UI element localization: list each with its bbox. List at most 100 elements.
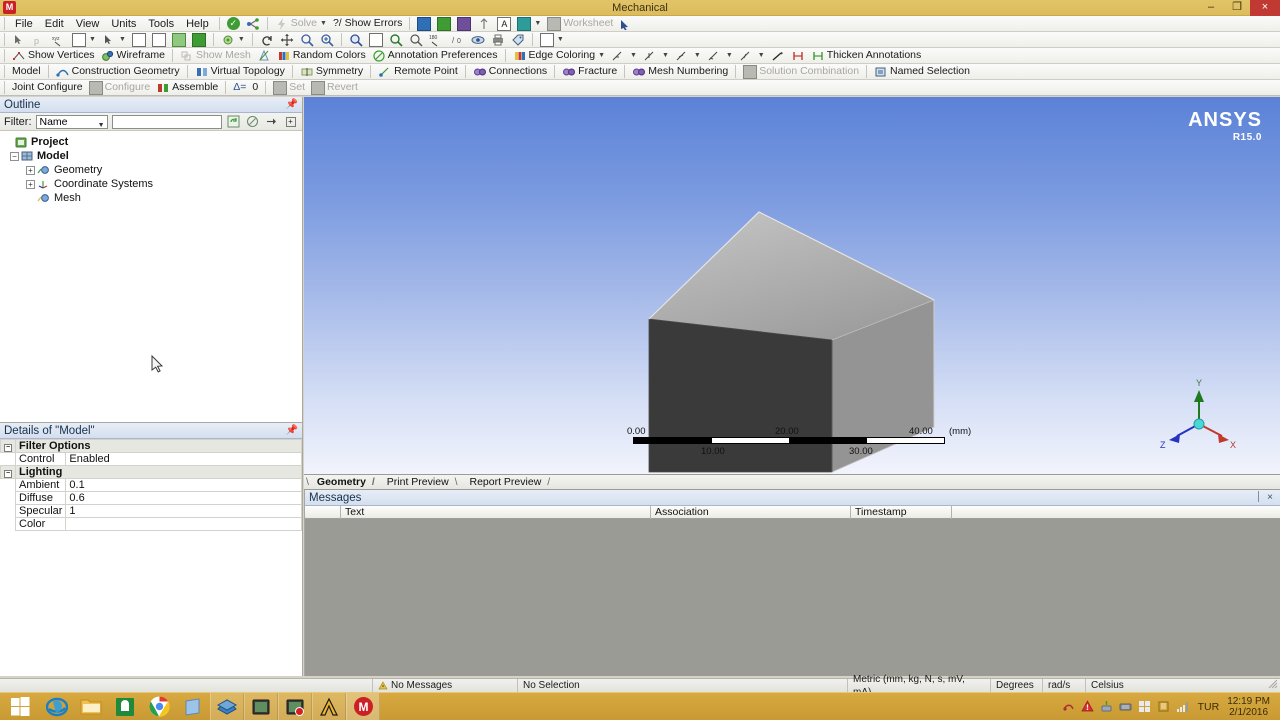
pan-icon[interactable] [277, 32, 297, 47]
view-eye-icon[interactable] [468, 32, 488, 47]
fracture-button[interactable]: Fracture [559, 64, 620, 79]
mesh-quality-icon[interactable] [254, 48, 274, 63]
probe-icon[interactable] [474, 16, 494, 31]
edge-style-4-icon[interactable]: ▼ [704, 48, 736, 63]
tree-item-project[interactable]: Project [4, 135, 302, 149]
show-errors-button[interactable]: ?/ Show Errors [330, 16, 405, 31]
edge-style-3-icon[interactable]: ▼ [672, 48, 704, 63]
details-value[interactable] [65, 517, 302, 531]
graphics-options-icon[interactable]: ▼ [514, 16, 544, 31]
messages-col-association[interactable]: Association [651, 506, 851, 519]
tray-notification-icon[interactable] [1062, 700, 1076, 714]
chevron-down-icon[interactable]: ▼ [598, 52, 605, 59]
tree-item-coordinate-systems[interactable]: + Coordinate Systems [4, 177, 302, 191]
expand-icon[interactable]: + [26, 165, 35, 175]
menu-file[interactable]: File [9, 17, 39, 31]
details-value[interactable]: 1 [65, 504, 302, 518]
select-vertices-icon[interactable] [129, 32, 149, 47]
rotate-180-icon[interactable]: 180 [426, 32, 448, 47]
messages-col-status[interactable] [305, 506, 341, 519]
details-value[interactable]: 0.6 [65, 491, 302, 505]
tree-item-geometry[interactable]: + Geometry [4, 163, 302, 177]
tray-keyboard-icon[interactable] [1119, 700, 1133, 714]
tab-print-preview[interactable]: Print Preview \ [380, 475, 463, 490]
connections-button[interactable]: Connections [470, 64, 550, 79]
taskbar-recording-app[interactable] [278, 692, 312, 720]
edge-style-1-icon[interactable]: ▼ [608, 48, 640, 63]
mesh-numbering-button[interactable]: Mesh Numbering [629, 64, 731, 79]
undo-rotation-icon[interactable] [257, 32, 277, 47]
tray-action-center-icon[interactable] [1138, 700, 1152, 714]
viewport-layout-icon[interactable]: ▼ [537, 32, 567, 47]
close-icon[interactable]: × [1264, 492, 1276, 503]
tray-network-icon[interactable] [1176, 700, 1190, 714]
pin-icon[interactable]: 📌 [286, 99, 298, 110]
resize-grip[interactable] [1268, 679, 1280, 692]
geometry-model-box[interactable] [304, 97, 1280, 474]
remote-point-button[interactable]: Remote Point [375, 64, 461, 79]
assemble-button[interactable]: Assemble [153, 80, 221, 95]
tray-safely-remove-icon[interactable] [1100, 700, 1114, 714]
show-vertices-button[interactable]: Show Vertices [9, 48, 98, 63]
check-icon[interactable]: ✓ [224, 16, 243, 31]
symmetry-button[interactable]: Symmetry [297, 64, 366, 79]
details-value[interactable]: Enabled [65, 452, 302, 466]
edge-direction-icon[interactable] [768, 48, 788, 63]
tray-warning-icon[interactable] [1081, 700, 1095, 714]
status-rotation[interactable]: rad/s [1043, 679, 1086, 692]
tree-item-model[interactable]: − Model [4, 149, 302, 163]
start-button[interactable] [0, 693, 40, 720]
select-edges-icon[interactable] [149, 32, 169, 47]
tab-geometry[interactable]: Geometry / [310, 475, 380, 490]
named-selection-button[interactable]: Named Selection [871, 64, 973, 79]
tag-icon[interactable] [508, 32, 528, 47]
details-group-row[interactable]: − Filter Options [0, 439, 302, 453]
expand-all-button[interactable]: + [283, 114, 298, 129]
details-value[interactable]: 0.1 [65, 478, 302, 492]
close-button[interactable]: × [1250, 0, 1280, 16]
construction-geometry-button[interactable]: Construction Geometry [53, 64, 183, 79]
pin-icon[interactable]: ⏐ [1252, 492, 1264, 503]
messages-list[interactable] [305, 519, 1280, 676]
tray-clock[interactable]: 12:19 PM 2/1/2016 [1227, 696, 1274, 718]
pin-icon[interactable]: 📌 [286, 425, 298, 436]
tray-language[interactable]: TUR [1195, 701, 1223, 713]
taskbar-ansys[interactable] [312, 692, 346, 720]
thicken-annotations-button[interactable]: Thicken Annotations [808, 48, 925, 63]
xyz-select-icon[interactable]: xyz [49, 32, 69, 47]
edge-style-2-icon[interactable]: ▼ [640, 48, 672, 63]
angle-rotate-icon[interactable]: /0 [448, 32, 468, 47]
taskbar-editor-app[interactable] [244, 692, 278, 720]
taskbar-internet-explorer[interactable] [40, 693, 74, 720]
messages-col-text[interactable]: Text [341, 506, 651, 519]
edge-style-5-icon[interactable]: ▼ [736, 48, 768, 63]
pick-mode-icon[interactable]: ▼ [99, 32, 129, 47]
box-zoom-icon[interactable] [317, 32, 337, 47]
zoom-to-fit-icon[interactable] [346, 32, 366, 47]
group-collapse-icon[interactable]: − [4, 444, 12, 452]
connect-icon[interactable] [243, 16, 263, 31]
image-capture-icon[interactable] [434, 16, 454, 31]
details-group-row[interactable]: − Lighting [0, 465, 302, 479]
graphics-viewport[interactable]: ANSYS R15.0 0.00 20.00 40.00 (mm) 10.00 … [304, 97, 1280, 474]
text-annotation-icon[interactable]: A [494, 16, 514, 31]
menu-edit[interactable]: Edit [39, 17, 70, 31]
expand-filter-button[interactable] [264, 114, 279, 129]
taskbar-ansys-workbench[interactable] [210, 692, 244, 720]
zoom-selection-icon[interactable] [366, 32, 386, 47]
status-temperature[interactable]: Celsius [1086, 679, 1129, 692]
rotate-view-icon[interactable]: ▼ [218, 32, 248, 47]
status-messages[interactable]: No Messages [373, 679, 518, 692]
filter-mode-select[interactable]: Name ▼ [35, 114, 108, 129]
messages-col-timestamp[interactable]: Timestamp [851, 506, 952, 519]
menu-units[interactable]: Units [105, 17, 142, 31]
selection-info-icon[interactable] [616, 16, 634, 31]
expand-icon[interactable]: + [26, 179, 35, 189]
new-section-plane-icon[interactable] [414, 16, 434, 31]
select-cursor-icon[interactable] [9, 32, 29, 47]
refresh-filter-button[interactable] [226, 114, 241, 129]
minimize-button[interactable]: – [1198, 0, 1224, 16]
menu-help[interactable]: Help [180, 17, 215, 31]
status-angle[interactable]: Degrees [991, 679, 1043, 692]
taskbar-google-chrome[interactable] [142, 693, 176, 720]
